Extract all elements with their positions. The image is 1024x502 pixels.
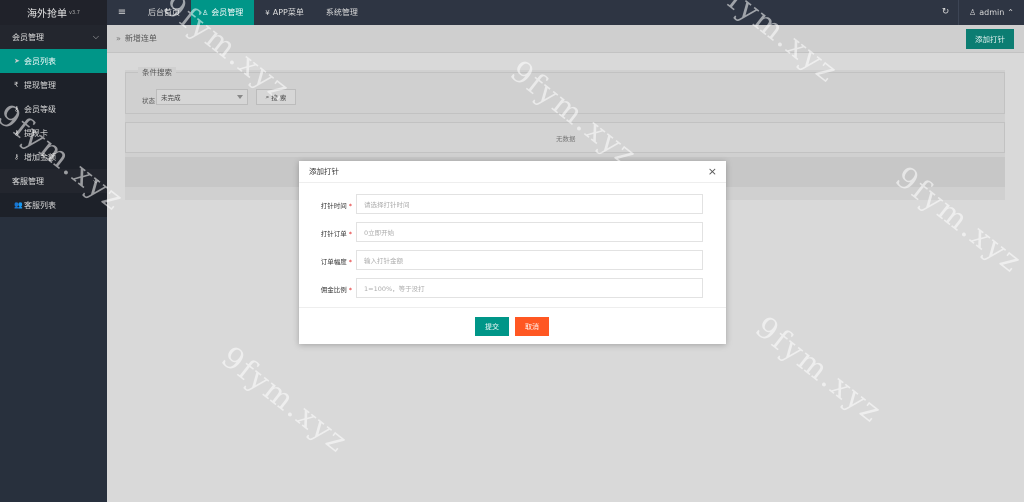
user-icon: ♙ [202, 8, 209, 17]
form-row-commission: 佣金比例 * 1=100%，等于没打 [299, 278, 726, 298]
user-name: admin [979, 8, 1005, 17]
refresh-icon[interactable]: ↻ [933, 0, 960, 25]
data-table: 无数据 [125, 122, 1005, 153]
field-label: 订单幅度 * [320, 258, 352, 266]
rupee-icon: ₹ [14, 81, 19, 89]
key-icon: ⚷ [14, 153, 20, 161]
sidebar-group-service[interactable]: 客服管理 ⌵ [0, 169, 107, 193]
injection-order-input[interactable]: 0立即开始 [356, 222, 703, 242]
status-label: 状态 [142, 97, 155, 105]
sidebar-item-label: 提现管理 [24, 80, 56, 90]
app-logo: 海外抢单 v3.7 [0, 0, 107, 25]
sidebar-item-label: 会员等级 [24, 104, 56, 114]
sidebar-item-label: 会员列表 [24, 56, 56, 66]
sidebar-item-member-list[interactable]: ➤ 会员列表 [0, 49, 107, 73]
sidebar-item-add-amount[interactable]: ⚷ 增加金额 [0, 145, 107, 169]
sidebar-item-withdraw[interactable]: ₹ 提现管理 [0, 73, 107, 97]
sidebar-group-label: 会员管理 [12, 32, 44, 42]
sidebar-item-label: 客服列表 [24, 200, 56, 210]
tab-member-management[interactable]: ♙ 会员管理 [191, 0, 255, 25]
search-legend: 条件搜索 [138, 67, 176, 78]
form-row-amount: 订单幅度 * 输入打针金额 [299, 250, 726, 270]
field-label: 打针时间 * [320, 202, 352, 210]
add-injection-button[interactable]: 添加打针 [966, 29, 1014, 49]
sidebar-item-service-list[interactable]: 👥 客服列表 [0, 193, 107, 217]
topbar: ≡ 后台首页 ♙ 会员管理 ¥ APP菜单 系统管理 ↻ ♙ admin ⌃ [107, 0, 1024, 25]
search-icon: ⌕ [265, 92, 270, 101]
modal-divider [299, 307, 726, 308]
tab-label: 会员管理 [211, 8, 244, 17]
order-amount-input[interactable]: 输入打针金额 [356, 250, 703, 270]
breadcrumb-current: 新增连单 [124, 34, 157, 43]
tab-app-menu[interactable]: ¥ APP菜单 [254, 0, 315, 25]
modal-header: 添加打针 [299, 161, 726, 183]
tab-system-management[interactable]: 系统管理 [315, 0, 369, 25]
modal-title: 添加打针 [309, 167, 339, 176]
app-version: v3.7 [69, 9, 80, 16]
app-title: 海外抢单 [27, 9, 68, 20]
menu-toggle-icon[interactable]: ≡ [107, 7, 137, 18]
form-row-order: 打针订单 * 0立即开始 [299, 222, 726, 242]
breadcrumb: » 新增连单 [107, 25, 1024, 53]
caret-down-icon [237, 95, 243, 99]
paper-plane-icon: ➤ [14, 57, 20, 65]
search-button[interactable]: ⌕ 搜 索 [256, 89, 296, 105]
search-fieldset: 条件搜索 状态 未完成 ⌕ 搜 索 [125, 67, 1005, 114]
sidebar-item-member-level[interactable]: ⚷ 会员等级 [0, 97, 107, 121]
field-label: 佣金比例 * [320, 286, 352, 294]
status-select[interactable]: 未完成 [156, 89, 248, 105]
chevron-right-icon: » [116, 34, 121, 43]
chevron-down-icon: ⌵ [92, 176, 99, 185]
sidebar-item-withdraw-card[interactable]: ⚷ 提现卡 [0, 121, 107, 145]
sidebar-item-label: 提现卡 [24, 128, 48, 138]
sidebar-item-label: 增加金额 [24, 152, 56, 162]
cancel-button[interactable]: 取消 [515, 317, 549, 336]
user-menu[interactable]: ♙ admin ⌃ [959, 8, 1024, 17]
chevron-up-icon: ⌃ [1007, 8, 1014, 17]
user-icon: ♙ [969, 8, 977, 17]
tab-home[interactable]: 后台首页 [137, 0, 191, 25]
status-value: 未完成 [161, 94, 181, 102]
add-injection-modal: 添加打针 × 打针时间 * 请选择打针时间 打针订单 * 0立即开始 订单幅度 * 输… [299, 161, 726, 344]
tab-label: APP菜单 [272, 8, 304, 17]
commission-ratio-input[interactable]: 1=100%，等于没打 [356, 278, 703, 298]
submit-button[interactable]: 提交 [475, 317, 509, 336]
users-icon: 👥 [14, 201, 23, 209]
key-icon: ⚷ [14, 129, 20, 137]
chevron-down-icon: ⌵ [92, 32, 99, 41]
form-row-time: 打针时间 * 请选择打针时间 [299, 194, 726, 214]
empty-text: 无数据 [556, 135, 576, 143]
yen-icon: ¥ [265, 8, 270, 17]
injection-time-input[interactable]: 请选择打针时间 [356, 194, 703, 214]
sidebar: 海外抢单 v3.7 会员管理 ⌵ ➤ 会员列表 ₹ 提现管理 ⚷ 会员等级 ⚷ 提… [0, 0, 107, 502]
sidebar-group-label: 客服管理 [12, 176, 44, 186]
search-button-label: 搜 索 [271, 94, 287, 102]
sidebar-group-members[interactable]: 会员管理 ⌵ [0, 25, 107, 49]
key-icon: ⚷ [14, 105, 20, 113]
close-icon[interactable]: × [708, 165, 717, 178]
field-label: 打针订单 * [320, 230, 352, 238]
